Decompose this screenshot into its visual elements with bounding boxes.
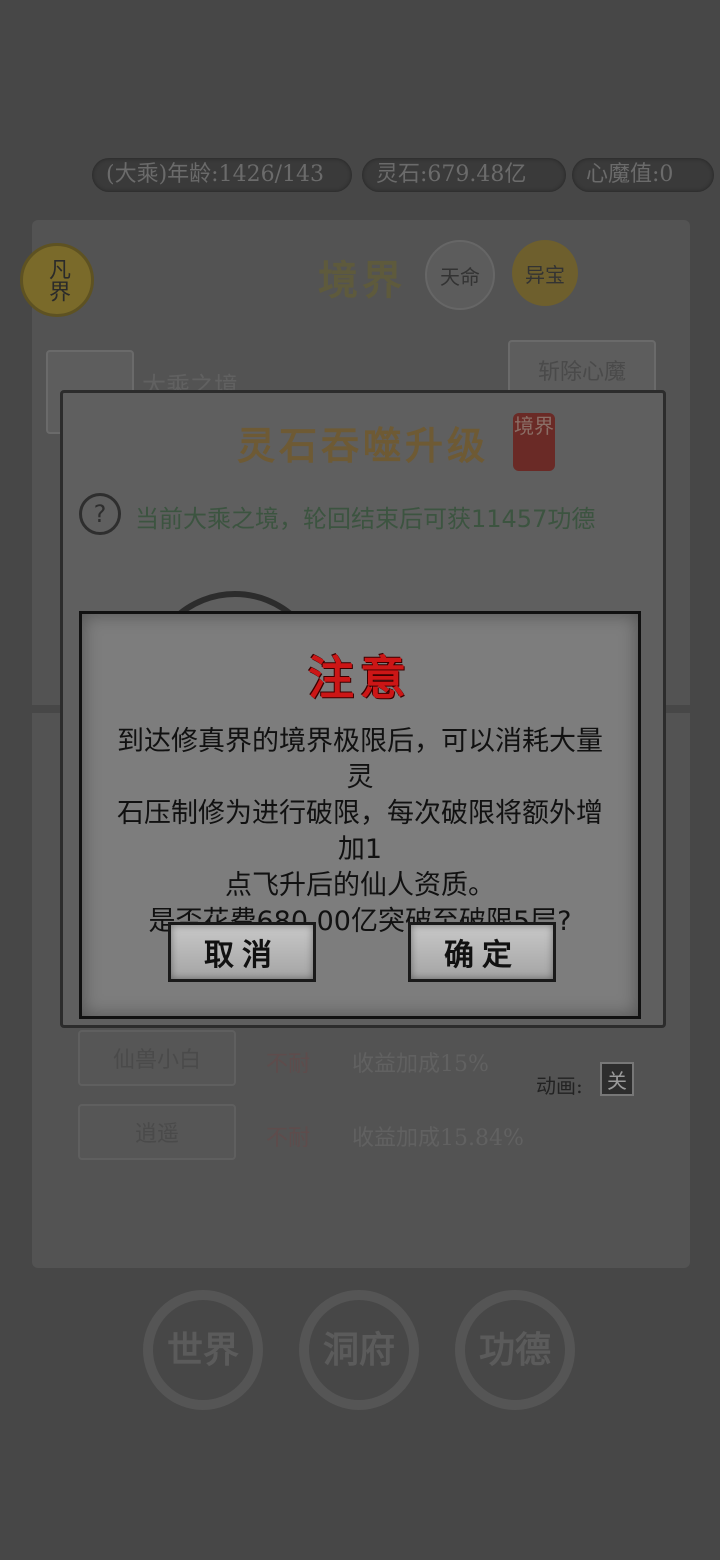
dialog-line-3: 点飞升后的仙人资质。 (225, 870, 495, 901)
notice-dialog: 注意 到达修真界的境界极限后，可以消耗大量灵 石压制修为进行破限，每次破限将额外… (79, 611, 641, 1019)
nav-merit-button[interactable]: 功德 (455, 1290, 575, 1410)
fate-button[interactable]: 天命 (425, 240, 495, 310)
realm-seal: 境界 (513, 413, 555, 471)
pet-tag[interactable]: 仙兽小白 (78, 1030, 236, 1086)
treasure-button[interactable]: 异宝 (512, 240, 578, 306)
dialog-line-2: 石压制修为进行破限，每次破限将额外增加1 (117, 798, 603, 865)
dialog-title: 注意 (308, 651, 412, 705)
dialog-message: 到达修真界的境界极限后，可以消耗大量灵 石压制修为进行破限，每次破限将额外增加1… (104, 724, 616, 940)
cancel-button[interactable]: 取消 (168, 922, 316, 982)
merit-info: 当前大乘之境，轮回结束后可获11457功德 (135, 505, 596, 533)
help-icon[interactable]: ? (79, 493, 121, 535)
xiaoyao-bonus: 收益加成15.84% (352, 1126, 524, 1151)
heart-demon-stat: 心魔值:0 (572, 158, 714, 192)
realm-title: 境界 (318, 257, 406, 304)
xiaoyao-status: 不耐 (266, 1126, 311, 1151)
animation-label: 动画: (536, 1074, 583, 1098)
age-stat: (大乘)年龄:1426/143 (92, 158, 352, 192)
pet-status: 不耐 (266, 1052, 311, 1077)
pet-bonus: 收益加成15% (352, 1052, 489, 1077)
dialog-line-1: 到达修真界的境界极限后，可以消耗大量灵 (117, 726, 603, 793)
nav-cave-button[interactable]: 洞府 (299, 1290, 419, 1410)
confirm-button[interactable]: 确定 (408, 922, 556, 982)
spirit-stones-stat: 灵石:679.48亿 (362, 158, 566, 192)
nav-world-button[interactable]: 世界 (143, 1290, 263, 1410)
animation-toggle[interactable]: 关 (600, 1062, 634, 1096)
realm-avatar-icon[interactable]: 凡界 (20, 243, 94, 317)
xiaoyao-tag[interactable]: 逍遥 (78, 1104, 236, 1160)
upgrade-panel-title: 灵石吞噬升级 (236, 423, 489, 468)
